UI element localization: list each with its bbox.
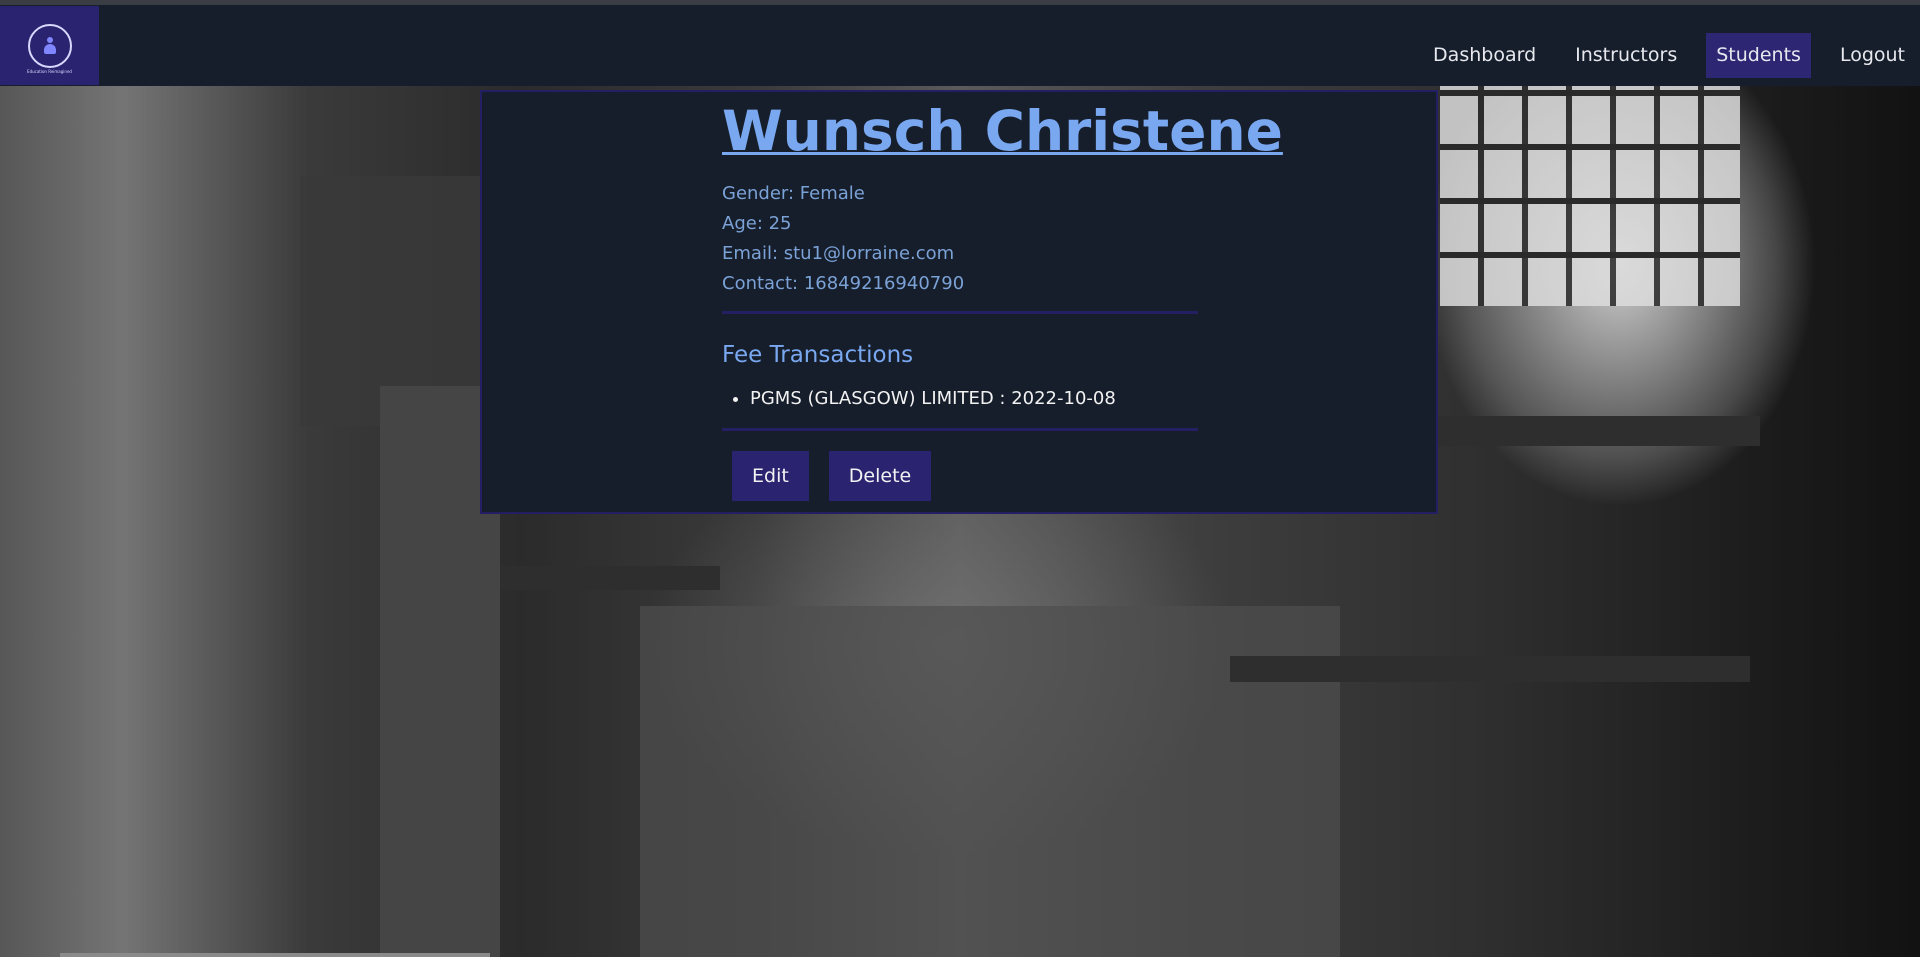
fee-transactions-list: PGMS (GLASGOW) LIMITED : 2022-10-08 xyxy=(722,384,1198,414)
student-actions: Edit Delete xyxy=(732,451,1198,502)
nav-link-dashboard[interactable]: Dashboard xyxy=(1423,33,1546,78)
school-logo[interactable]: Education Reimagined xyxy=(0,6,99,85)
nav-links: Dashboard Instructors Students Logout xyxy=(1423,33,1920,78)
fee-transactions-heading: Fee Transactions xyxy=(722,342,914,369)
divider xyxy=(722,311,1198,315)
edit-button[interactable]: Edit xyxy=(732,451,809,502)
student-gender: Gender: Female xyxy=(722,183,865,205)
student-detail-content: Wunsch Christene Gender: Female Age: 25 … xyxy=(722,99,1283,502)
logo-emblem-icon xyxy=(27,23,72,68)
student-name-link[interactable]: Wunsch Christene xyxy=(722,99,1283,163)
nav-link-logout[interactable]: Logout xyxy=(1830,33,1905,78)
nav-link-students[interactable]: Students xyxy=(1706,33,1811,78)
background-desk xyxy=(1230,656,1750,682)
background-desk xyxy=(480,566,720,590)
nav-link-instructors[interactable]: Instructors xyxy=(1565,33,1687,78)
list-item: PGMS (GLASGOW) LIMITED : 2022-10-08 xyxy=(750,384,1198,414)
student-contact: Contact: 16849216940790 xyxy=(722,273,965,295)
background-pillar xyxy=(0,86,310,957)
student-age: Age: 25 xyxy=(722,213,792,235)
divider xyxy=(722,428,1198,432)
top-navbar: Education Reimagined Dashboard Instructo… xyxy=(0,5,1920,86)
horizontal-scrollbar[interactable] xyxy=(60,953,490,957)
logo-tagline: Education Reimagined xyxy=(27,69,72,74)
student-info: Gender: Female Age: 25 Email: stu1@lorra… xyxy=(722,179,1198,299)
student-email: Email: stu1@lorraine.com xyxy=(722,243,955,265)
delete-button[interactable]: Delete xyxy=(828,451,932,502)
logo-person-icon xyxy=(43,36,57,55)
background-window-bars xyxy=(1440,86,1740,306)
student-detail-card: Wunsch Christene Gender: Female Age: 25 … xyxy=(480,90,1438,514)
